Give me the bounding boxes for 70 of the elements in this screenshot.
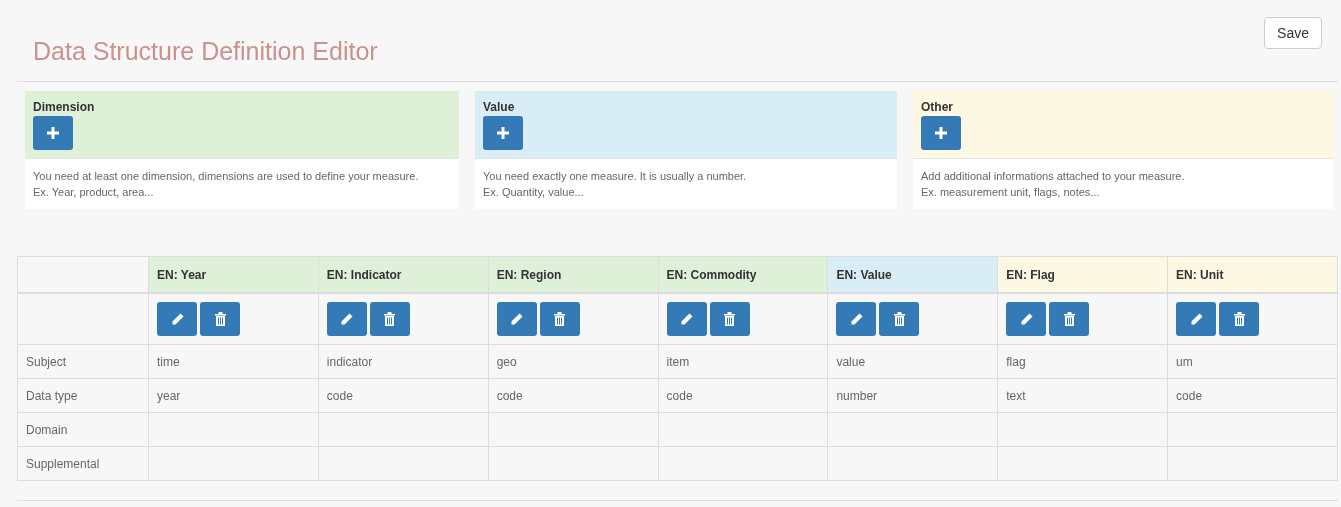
table-cell: text (997, 378, 1168, 413)
add-button[interactable] (921, 116, 961, 150)
panel-title: Other (921, 100, 954, 114)
add-button[interactable] (33, 116, 73, 150)
pencil-icon (510, 312, 524, 326)
delete-button[interactable] (200, 302, 240, 336)
delete-button[interactable] (879, 302, 920, 336)
description-text: You need at least one dimension, dimensions are used to define your measure. (33, 169, 420, 184)
row-label: Domain (17, 412, 149, 447)
plus-icon (497, 127, 509, 139)
row-label: Data type (17, 378, 149, 413)
delete-button[interactable] (369, 302, 410, 336)
column-header: EN: Year (148, 256, 319, 293)
trash-icon (1233, 312, 1245, 326)
column-header: EN: Flag (997, 256, 1168, 293)
table-cell: item (658, 344, 828, 379)
description-text: Add additional informations attached to your measure. (921, 169, 1186, 184)
delete-button[interactable] (1049, 302, 1090, 336)
trash-icon (724, 312, 736, 326)
table-cell: year (148, 378, 319, 413)
pencil-icon (680, 312, 694, 326)
column-header: EN: Unit (1167, 256, 1338, 293)
page-title: Data Structure Definition Editor (33, 37, 378, 66)
pencil-icon (340, 312, 354, 326)
delete-button[interactable] (1219, 302, 1260, 336)
save-button[interactable]: Save (1264, 17, 1322, 49)
table-cell: flag (997, 344, 1168, 379)
table-cell: indicator (318, 344, 489, 379)
column-header: EN: Region (488, 256, 659, 293)
table-cell: code (658, 378, 828, 413)
trash-icon (214, 312, 226, 326)
description-text: Ex. measurement unit, flags, notes... (921, 185, 1101, 200)
pencil-icon (170, 312, 184, 326)
delete-button[interactable] (539, 302, 580, 336)
trash-icon (893, 312, 905, 326)
pencil-icon (849, 312, 863, 326)
table-cell: value (827, 344, 998, 379)
row-label: Subject (17, 344, 149, 379)
plus-icon (47, 127, 59, 139)
edit-button[interactable] (496, 302, 537, 336)
table-cell: code (318, 378, 489, 413)
plus-icon (935, 127, 947, 139)
description-text: Ex. Year, product, area... (33, 185, 155, 200)
table-cell: time (148, 344, 319, 379)
delete-button[interactable] (709, 302, 750, 336)
edit-button[interactable] (1006, 302, 1047, 336)
description-text: You need exactly one measure. It is usually a number. (483, 169, 748, 184)
edit-button[interactable] (157, 302, 197, 336)
description-text: Ex. Quantity, value... (483, 185, 585, 200)
column-header: EN: Value (827, 256, 998, 293)
trash-icon (1063, 312, 1075, 326)
edit-button[interactable] (836, 302, 877, 336)
panel-title: Dimension (33, 100, 96, 114)
table-cell: um (1167, 344, 1338, 379)
table-cell: code (488, 378, 659, 413)
add-button[interactable] (483, 116, 523, 150)
pencil-icon (1019, 312, 1033, 326)
edit-button[interactable] (666, 302, 707, 336)
edit-button[interactable] (1176, 302, 1217, 336)
table-cell: code (1167, 378, 1338, 413)
row-label: Supplemental (17, 446, 149, 481)
panel-title: Value (483, 100, 516, 114)
column-header: EN: Indicator (318, 256, 489, 293)
pencil-icon (1189, 312, 1203, 326)
trash-icon (384, 312, 396, 326)
column-header: EN: Commodity (658, 256, 828, 293)
edit-button[interactable] (326, 302, 367, 336)
trash-icon (554, 312, 566, 326)
table-cell: number (827, 378, 998, 413)
table-cell: geo (488, 344, 659, 379)
